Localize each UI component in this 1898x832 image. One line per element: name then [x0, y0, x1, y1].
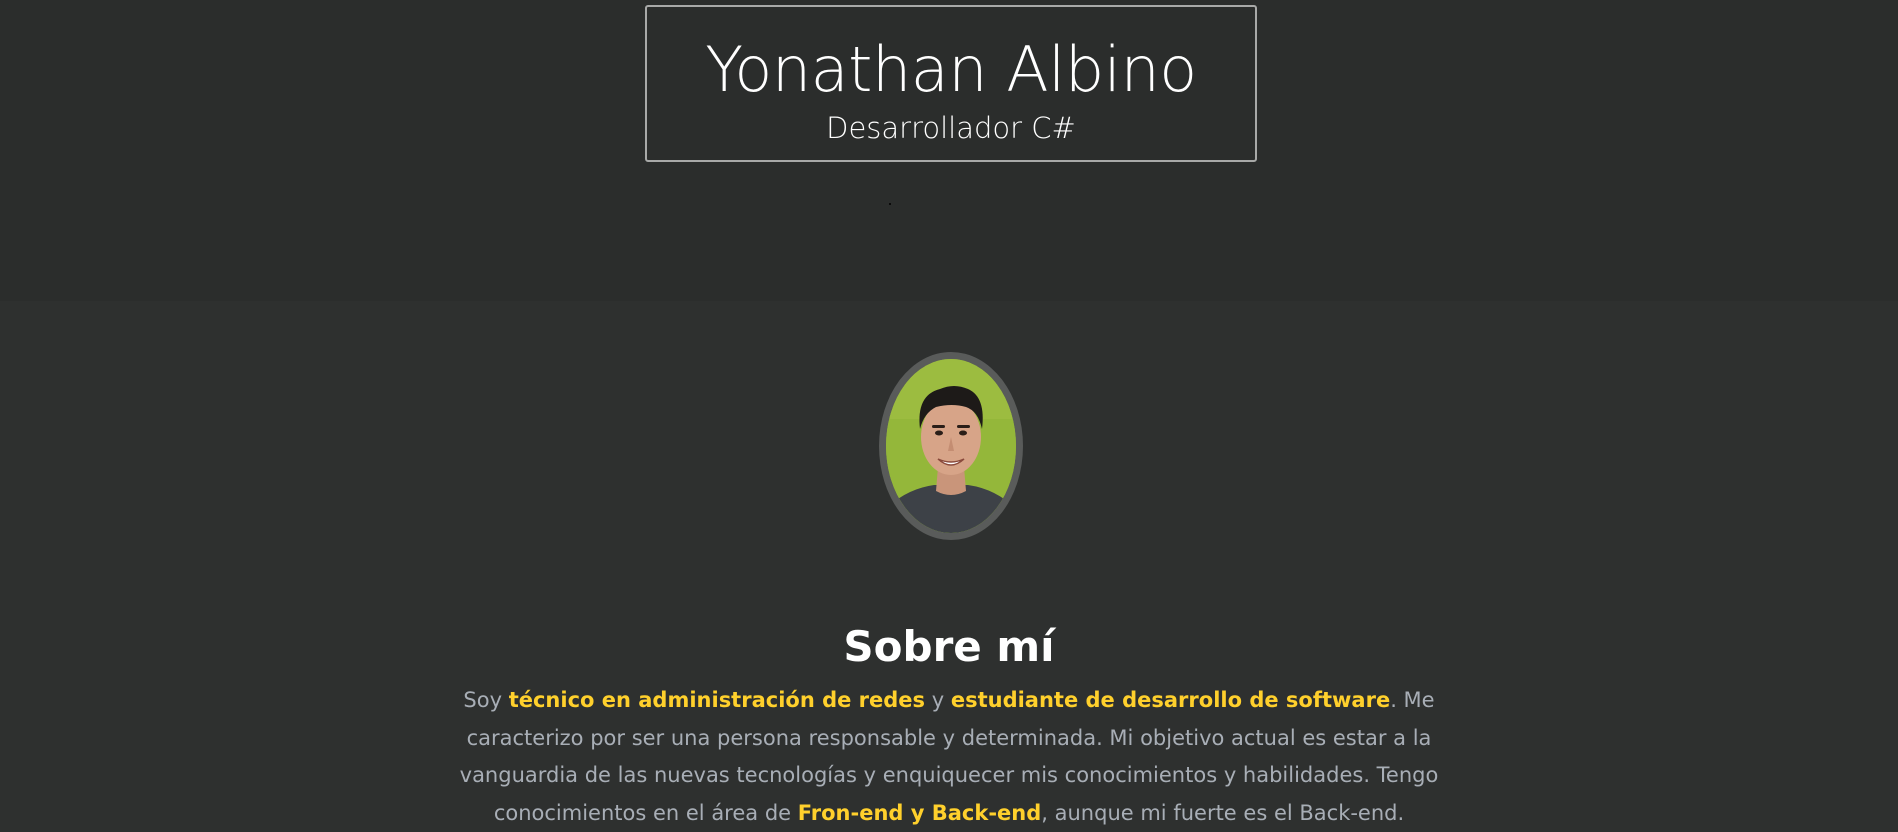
- decorative-dot: [889, 203, 891, 205]
- bio-text-1: Soy: [463, 688, 509, 712]
- bio-text-4: , aunque mi fuerte es el Back-end.: [1041, 800, 1405, 825]
- avatar: [886, 359, 1016, 533]
- title-box: Yonathan Albino Desarrollador C#: [645, 5, 1257, 162]
- site-name: Yonathan Albino: [705, 33, 1197, 106]
- hero-header: Yonathan Albino Desarrollador C#: [0, 0, 1898, 301]
- avatar-photo-icon: [886, 359, 1016, 533]
- about-bio: Soy técnico en administración de redes y…: [440, 682, 1458, 832]
- bio-text-2: y: [925, 688, 951, 712]
- site-role: Desarrollador C#: [826, 111, 1076, 145]
- bio-highlight-student: estudiante de desarrollo de software: [950, 688, 1391, 712]
- bio-highlight-stack: Fron-end y Back-end: [797, 800, 1042, 825]
- about-title: Sobre mí: [843, 621, 1055, 671]
- avatar-frame: [879, 352, 1023, 540]
- bio-highlight-networks: técnico en administración de redes: [508, 688, 926, 712]
